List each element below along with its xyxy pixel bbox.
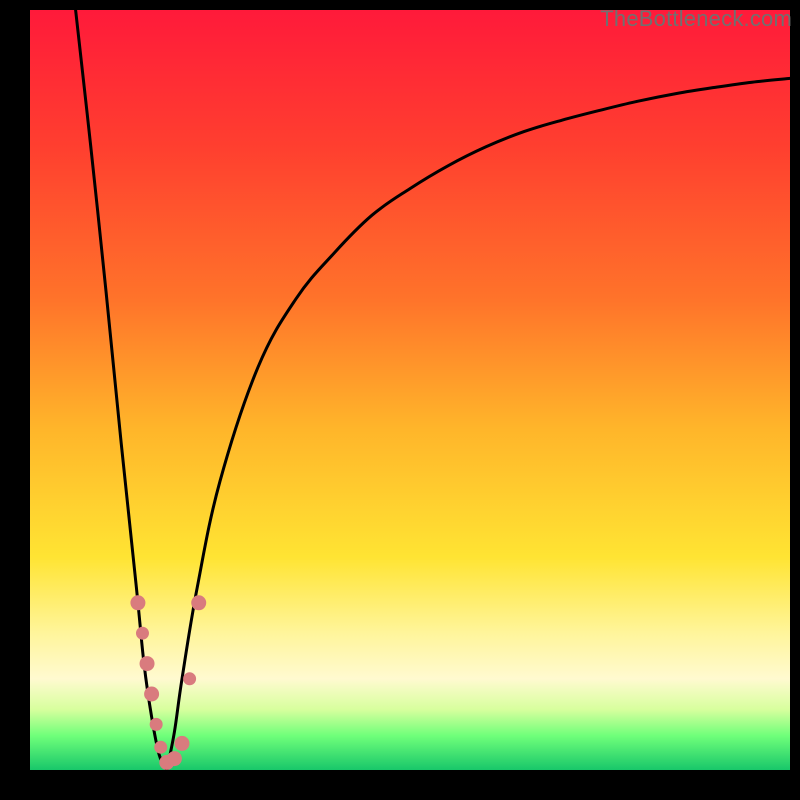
marker-point — [175, 736, 189, 750]
marker-point — [192, 596, 206, 610]
marker-point — [145, 687, 159, 701]
marker-point — [155, 741, 167, 753]
marker-point — [140, 657, 154, 671]
marker-point — [167, 752, 181, 766]
chart-frame — [30, 10, 790, 770]
attribution-text: TheBottleneck.com — [600, 6, 792, 32]
marker-point — [131, 596, 145, 610]
marker-point — [184, 673, 196, 685]
bottleneck-chart — [30, 10, 790, 770]
marker-point — [150, 718, 162, 730]
marker-point — [136, 627, 148, 639]
